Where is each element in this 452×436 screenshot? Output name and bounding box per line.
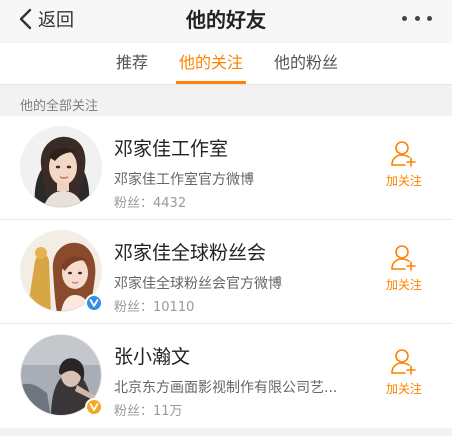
- tab-followers[interactable]: 他的粉丝: [268, 43, 344, 84]
- user-description: 邓家佳工作室官方微博: [114, 172, 254, 188]
- follow-label: 加关注: [385, 174, 422, 188]
- user-list: 邓家佳工作室 邓家佳工作室官方微博 粉丝：4432 加关注 邓家佳全球粉丝会 邓…: [0, 116, 452, 428]
- user-name[interactable]: 邓家佳工作室: [114, 134, 228, 161]
- add-user-icon: [391, 245, 416, 271]
- avatar[interactable]: [20, 126, 102, 208]
- nav-bar: 返回 他的好友: [0, 0, 452, 42]
- verified-badge-icon: [85, 294, 103, 312]
- follow-button[interactable]: 加关注: [378, 244, 430, 298]
- tab-recommend[interactable]: 推荐: [108, 43, 156, 84]
- follow-label: 加关注: [385, 278, 422, 292]
- tab-bar: 推荐 他的关注 他的粉丝: [0, 43, 452, 85]
- list-item[interactable]: 邓家佳工作室 邓家佳工作室官方微博 粉丝：4432 加关注: [0, 116, 452, 220]
- user-name[interactable]: 张小瀚文: [114, 342, 190, 369]
- add-user-icon: [391, 349, 416, 375]
- tab-following[interactable]: 他的关注: [176, 43, 246, 84]
- follow-button[interactable]: 加关注: [378, 348, 430, 402]
- follow-button[interactable]: 加关注: [378, 140, 430, 194]
- user-description: 北京东方画面影视制作有限公司艺...: [114, 380, 338, 396]
- more-dots-icon[interactable]: [402, 6, 432, 30]
- follow-label: 加关注: [385, 382, 422, 396]
- section-header: 他的全部关注: [20, 99, 99, 114]
- fans-count: 粉丝：11万: [114, 404, 183, 419]
- verified-badge-icon: [85, 398, 103, 416]
- user-description: 邓家佳全球粉丝会官方微博: [114, 276, 282, 292]
- add-user-icon: [391, 141, 416, 167]
- fans-count: 粉丝：10110: [114, 300, 195, 315]
- active-tab-indicator: [176, 81, 246, 84]
- user-name[interactable]: 邓家佳全球粉丝会: [114, 238, 266, 265]
- page-title: 他的好友: [186, 8, 266, 32]
- fans-count: 粉丝：4432: [114, 196, 187, 211]
- list-item[interactable]: 邓家佳全球粉丝会 邓家佳全球粉丝会官方微博 粉丝：10110 加关注: [0, 220, 452, 324]
- list-item[interactable]: 张小瀚文 北京东方画面影视制作有限公司艺... 粉丝：11万 加关注: [0, 324, 452, 428]
